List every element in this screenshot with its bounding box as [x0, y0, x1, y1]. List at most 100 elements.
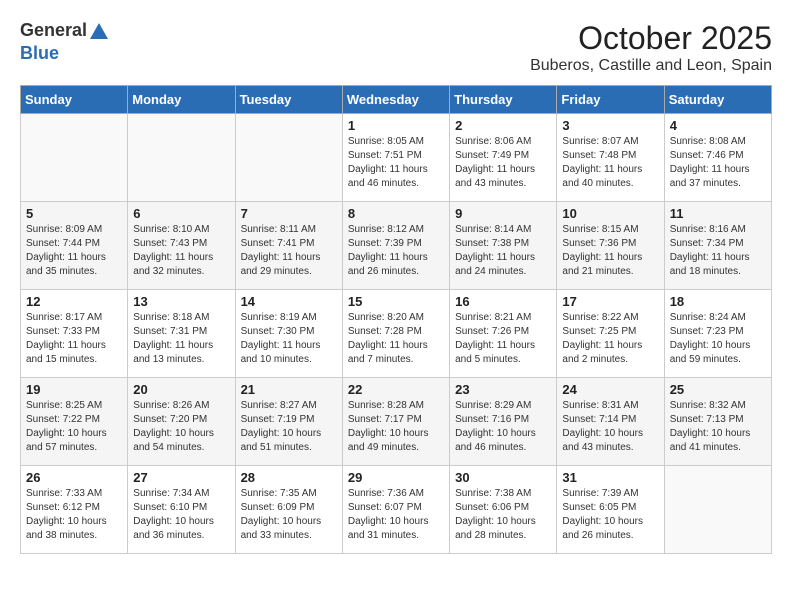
- day-info: Sunrise: 8:05 AM Sunset: 7:51 PM Dayligh…: [348, 135, 444, 191]
- day-number: 10: [562, 206, 658, 221]
- calendar-cell: [128, 114, 235, 202]
- day-info: Sunrise: 7:36 AM Sunset: 6:07 PM Dayligh…: [348, 487, 444, 543]
- week-row-1: 1 Sunrise: 8:05 AM Sunset: 7:51 PM Daylig…: [21, 114, 772, 202]
- day-number: 8: [348, 206, 444, 221]
- location-subtitle: Buberos, Castille and Leon, Spain: [530, 57, 772, 75]
- day-number: 19: [26, 382, 122, 397]
- day-number: 17: [562, 294, 658, 309]
- weekday-header-row: SundayMondayTuesdayWednesdayThursdayFrid…: [21, 86, 772, 114]
- calendar-cell: 21Sunrise: 8:27 AM Sunset: 7:19 PM Dayli…: [235, 378, 342, 466]
- day-number: 7: [241, 206, 337, 221]
- day-info: Sunrise: 8:08 AM Sunset: 7:46 PM Dayligh…: [670, 135, 766, 191]
- day-number: 30: [455, 470, 551, 485]
- day-info: Sunrise: 8:32 AM Sunset: 7:13 PM Dayligh…: [670, 399, 766, 455]
- day-info: Sunrise: 7:35 AM Sunset: 6:09 PM Dayligh…: [241, 487, 337, 543]
- day-number: 14: [241, 294, 337, 309]
- day-number: 9: [455, 206, 551, 221]
- calendar-cell: 14Sunrise: 8:19 AM Sunset: 7:30 PM Dayli…: [235, 290, 342, 378]
- weekday-header-saturday: Saturday: [664, 86, 771, 114]
- day-info: Sunrise: 8:12 AM Sunset: 7:39 PM Dayligh…: [348, 223, 444, 279]
- day-info: Sunrise: 7:39 AM Sunset: 6:05 PM Dayligh…: [562, 487, 658, 543]
- day-info: Sunrise: 8:14 AM Sunset: 7:38 PM Dayligh…: [455, 223, 551, 279]
- day-number: 23: [455, 382, 551, 397]
- calendar-cell: 2 Sunrise: 8:06 AM Sunset: 7:49 PM Daylig…: [450, 114, 557, 202]
- day-number: 1: [348, 118, 444, 133]
- calendar-cell: 10Sunrise: 8:15 AM Sunset: 7:36 PM Dayli…: [557, 202, 664, 290]
- calendar-cell: 3Sunrise: 8:07 AM Sunset: 7:48 PM Daylig…: [557, 114, 664, 202]
- page-header: General Blue October 2025 Buberos, Casti…: [20, 20, 772, 75]
- day-info: Sunrise: 8:17 AM Sunset: 7:33 PM Dayligh…: [26, 311, 122, 367]
- logo-text-general: General: [20, 20, 87, 40]
- weekday-header-friday: Friday: [557, 86, 664, 114]
- day-number: 24: [562, 382, 658, 397]
- day-info: Sunrise: 8:24 AM Sunset: 7:23 PM Dayligh…: [670, 311, 766, 367]
- day-number: 2: [455, 118, 551, 133]
- day-info: Sunrise: 8:09 AM Sunset: 7:44 PM Dayligh…: [26, 223, 122, 279]
- calendar-cell: 27 Sunrise: 7:34 AM Sunset: 6:10 PM Dayli…: [128, 466, 235, 554]
- day-info: Sunrise: 8:31 AM Sunset: 7:14 PM Dayligh…: [562, 399, 658, 455]
- calendar-cell: 30Sunrise: 7:38 AM Sunset: 6:06 PM Dayli…: [450, 466, 557, 554]
- calendar-cell: 16Sunrise: 8:21 AM Sunset: 7:26 PM Dayli…: [450, 290, 557, 378]
- calendar-cell: 22 Sunrise: 8:28 AM Sunset: 7:17 PM Dayli…: [342, 378, 449, 466]
- calendar-cell: 1 Sunrise: 8:05 AM Sunset: 7:51 PM Daylig…: [342, 114, 449, 202]
- calendar-cell: 17 Sunrise: 8:22 AM Sunset: 7:25 PM Dayli…: [557, 290, 664, 378]
- calendar-cell: 25 Sunrise: 8:32 AM Sunset: 7:13 PM Dayli…: [664, 378, 771, 466]
- calendar-cell: 31 Sunrise: 7:39 AM Sunset: 6:05 PM Dayli…: [557, 466, 664, 554]
- day-info: Sunrise: 7:34 AM Sunset: 6:10 PM Dayligh…: [133, 487, 229, 543]
- day-number: 5: [26, 206, 122, 221]
- day-number: 29: [348, 470, 444, 485]
- logo: General Blue: [20, 20, 111, 64]
- day-info: Sunrise: 8:18 AM Sunset: 7:31 PM Dayligh…: [133, 311, 229, 367]
- day-number: 25: [670, 382, 766, 397]
- day-info: Sunrise: 8:07 AM Sunset: 7:48 PM Dayligh…: [562, 135, 658, 191]
- calendar-cell: 4 Sunrise: 8:08 AM Sunset: 7:46 PM Daylig…: [664, 114, 771, 202]
- calendar-cell: 24 Sunrise: 8:31 AM Sunset: 7:14 PM Dayli…: [557, 378, 664, 466]
- day-number: 22: [348, 382, 444, 397]
- calendar-cell: 13Sunrise: 8:18 AM Sunset: 7:31 PM Dayli…: [128, 290, 235, 378]
- calendar-cell: 28Sunrise: 7:35 AM Sunset: 6:09 PM Dayli…: [235, 466, 342, 554]
- calendar-cell: 26Sunrise: 7:33 AM Sunset: 6:12 PM Dayli…: [21, 466, 128, 554]
- calendar-cell: [21, 114, 128, 202]
- month-title: October 2025: [530, 20, 772, 57]
- day-info: Sunrise: 8:26 AM Sunset: 7:20 PM Dayligh…: [133, 399, 229, 455]
- calendar-cell: 29 Sunrise: 7:36 AM Sunset: 6:07 PM Dayli…: [342, 466, 449, 554]
- calendar-cell: 7 Sunrise: 8:11 AM Sunset: 7:41 PM Daylig…: [235, 202, 342, 290]
- day-number: 21: [241, 382, 337, 397]
- day-number: 26: [26, 470, 122, 485]
- calendar-table: SundayMondayTuesdayWednesdayThursdayFrid…: [20, 85, 772, 554]
- day-number: 27: [133, 470, 229, 485]
- weekday-header-wednesday: Wednesday: [342, 86, 449, 114]
- day-number: 20: [133, 382, 229, 397]
- weekday-header-monday: Monday: [128, 86, 235, 114]
- title-block: October 2025 Buberos, Castille and Leon,…: [530, 20, 772, 75]
- calendar-cell: 15 Sunrise: 8:20 AM Sunset: 7:28 PM Dayli…: [342, 290, 449, 378]
- day-info: Sunrise: 8:29 AM Sunset: 7:16 PM Dayligh…: [455, 399, 551, 455]
- day-number: 11: [670, 206, 766, 221]
- day-info: Sunrise: 8:06 AM Sunset: 7:49 PM Dayligh…: [455, 135, 551, 191]
- day-number: 15: [348, 294, 444, 309]
- day-info: Sunrise: 8:28 AM Sunset: 7:17 PM Dayligh…: [348, 399, 444, 455]
- calendar-cell: 11 Sunrise: 8:16 AM Sunset: 7:34 PM Dayli…: [664, 202, 771, 290]
- day-info: Sunrise: 8:20 AM Sunset: 7:28 PM Dayligh…: [348, 311, 444, 367]
- day-info: Sunrise: 8:16 AM Sunset: 7:34 PM Dayligh…: [670, 223, 766, 279]
- calendar-cell: 19Sunrise: 8:25 AM Sunset: 7:22 PM Dayli…: [21, 378, 128, 466]
- day-info: Sunrise: 8:22 AM Sunset: 7:25 PM Dayligh…: [562, 311, 658, 367]
- day-number: 18: [670, 294, 766, 309]
- week-row-5: 26Sunrise: 7:33 AM Sunset: 6:12 PM Dayli…: [21, 466, 772, 554]
- logo-text-blue: Blue: [20, 43, 59, 63]
- day-number: 4: [670, 118, 766, 133]
- day-info: Sunrise: 8:11 AM Sunset: 7:41 PM Dayligh…: [241, 223, 337, 279]
- day-info: Sunrise: 8:21 AM Sunset: 7:26 PM Dayligh…: [455, 311, 551, 367]
- week-row-3: 12Sunrise: 8:17 AM Sunset: 7:33 PM Dayli…: [21, 290, 772, 378]
- day-number: 6: [133, 206, 229, 221]
- calendar-cell: 8 Sunrise: 8:12 AM Sunset: 7:39 PM Daylig…: [342, 202, 449, 290]
- calendar-cell: 20 Sunrise: 8:26 AM Sunset: 7:20 PM Dayli…: [128, 378, 235, 466]
- day-number: 31: [562, 470, 658, 485]
- calendar-cell: 18 Sunrise: 8:24 AM Sunset: 7:23 PM Dayli…: [664, 290, 771, 378]
- calendar-cell: [235, 114, 342, 202]
- weekday-header-thursday: Thursday: [450, 86, 557, 114]
- calendar-cell: 5 Sunrise: 8:09 AM Sunset: 7:44 PM Daylig…: [21, 202, 128, 290]
- calendar-cell: [664, 466, 771, 554]
- calendar-cell: 9 Sunrise: 8:14 AM Sunset: 7:38 PM Daylig…: [450, 202, 557, 290]
- logo-icon: [88, 21, 110, 43]
